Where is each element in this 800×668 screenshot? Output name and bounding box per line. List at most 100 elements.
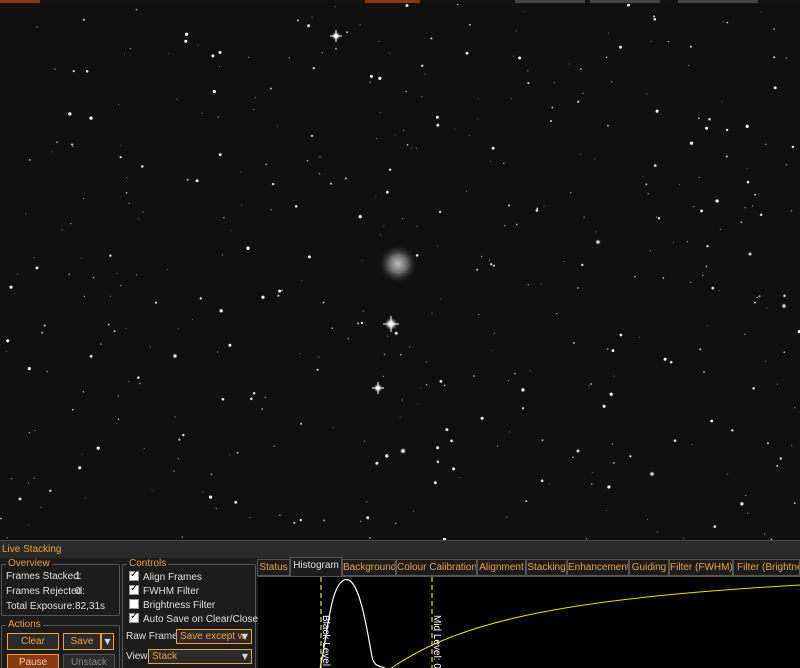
star	[229, 454, 231, 456]
star	[294, 205, 298, 208]
star	[525, 500, 528, 503]
toolbar-segment[interactable]	[365, 0, 420, 3]
star	[218, 153, 222, 157]
star	[435, 115, 439, 119]
star	[167, 268, 169, 270]
tab-colour-calibration[interactable]: Colour Calibration	[396, 559, 477, 576]
save-menu-button[interactable]: ▼	[101, 633, 114, 650]
checkbox-box[interactable]	[129, 569, 139, 581]
star	[679, 183, 681, 186]
toolbar-segment[interactable]	[515, 0, 585, 3]
star	[697, 117, 700, 120]
star	[563, 261, 565, 263]
star	[172, 353, 178, 359]
star	[673, 439, 677, 442]
star	[646, 93, 648, 95]
raw-frames-label: Raw Frames	[126, 631, 183, 642]
star	[443, 384, 446, 387]
star	[123, 53, 125, 55]
tab-status[interactable]: Status	[257, 559, 290, 576]
view-dropdown[interactable]: Stack ▼	[148, 649, 252, 664]
tab-filter-brightness[interactable]: Filter (Brightness)	[733, 559, 800, 576]
star	[705, 126, 709, 130]
star	[149, 346, 151, 348]
star	[700, 209, 704, 213]
star	[301, 280, 303, 282]
chevron-down-icon: ▼	[241, 652, 248, 661]
star	[318, 356, 320, 358]
star	[412, 510, 415, 512]
checkbox-label: Auto Save on Clear/Close	[143, 614, 259, 625]
star	[293, 521, 296, 524]
star	[135, 274, 138, 276]
stacked-image-view[interactable]	[0, 4, 800, 540]
raw-frames-dropdown[interactable]: Save except w ▼	[176, 629, 252, 644]
align-frames-checkbox[interactable]: Align Frames	[129, 569, 202, 583]
star	[527, 284, 529, 286]
star	[85, 70, 89, 73]
star	[740, 502, 744, 506]
brightness-filter-checkbox[interactable]: Brightness Filter	[129, 599, 215, 611]
star	[682, 537, 684, 539]
tab-filter-fwhm[interactable]: Filter (FWHM)	[669, 559, 733, 576]
star	[137, 376, 140, 379]
tab-background[interactable]: Background	[342, 559, 396, 576]
clear-button[interactable]: Clear	[7, 633, 59, 650]
star	[33, 257, 35, 259]
star	[125, 328, 127, 330]
star	[378, 76, 382, 80]
tab-enhancement[interactable]: Enhancement	[567, 559, 629, 576]
star	[613, 462, 615, 464]
star	[380, 234, 382, 236]
star	[128, 202, 130, 205]
checkbox-box[interactable]	[129, 599, 139, 609]
star	[399, 417, 401, 418]
star	[138, 218, 140, 220]
star	[366, 501, 368, 503]
star	[727, 473, 729, 475]
toolbar-segment[interactable]	[678, 0, 758, 3]
star	[379, 112, 381, 114]
tab-histogram[interactable]: Histogram	[290, 557, 342, 577]
star	[747, 251, 753, 257]
star	[151, 489, 153, 491]
star	[84, 497, 87, 499]
star	[0, 517, 2, 520]
checkbox-box[interactable]	[129, 583, 139, 595]
star	[347, 338, 349, 340]
star	[764, 533, 766, 535]
star	[119, 155, 122, 159]
star	[43, 324, 46, 327]
checkbox-box[interactable]	[129, 611, 139, 623]
star	[100, 343, 102, 345]
histogram-view[interactable]: Black Level Mid Level: 0.0	[258, 576, 800, 668]
star	[590, 483, 593, 485]
star	[662, 277, 665, 279]
star	[405, 4, 409, 8]
star	[722, 21, 724, 23]
star	[357, 322, 360, 325]
star	[322, 301, 325, 304]
tab-alignment[interactable]: Alignment	[477, 559, 526, 576]
star	[186, 178, 189, 181]
star	[265, 163, 268, 166]
star	[452, 467, 456, 471]
star	[436, 460, 440, 464]
pause-button[interactable]: Pause	[7, 654, 59, 668]
toolbar-segment[interactable]	[0, 0, 40, 3]
star	[109, 254, 112, 257]
star	[456, 4, 459, 6]
star	[572, 456, 574, 459]
star	[691, 443, 693, 446]
star	[334, 6, 336, 8]
tab-guiding[interactable]: Guiding	[629, 559, 669, 576]
star	[549, 119, 553, 123]
star	[109, 295, 111, 297]
save-button[interactable]: Save	[63, 633, 101, 650]
auto-save-checkbox[interactable]: Auto Save on Clear/Close	[129, 611, 259, 625]
unstack-button[interactable]: Unstack	[63, 654, 115, 668]
star	[629, 455, 632, 458]
fwhm-filter-checkbox[interactable]: FWHM Filter	[129, 583, 199, 597]
tab-stacking[interactable]: Stacking	[526, 559, 567, 576]
toolbar-segment[interactable]	[590, 0, 660, 3]
